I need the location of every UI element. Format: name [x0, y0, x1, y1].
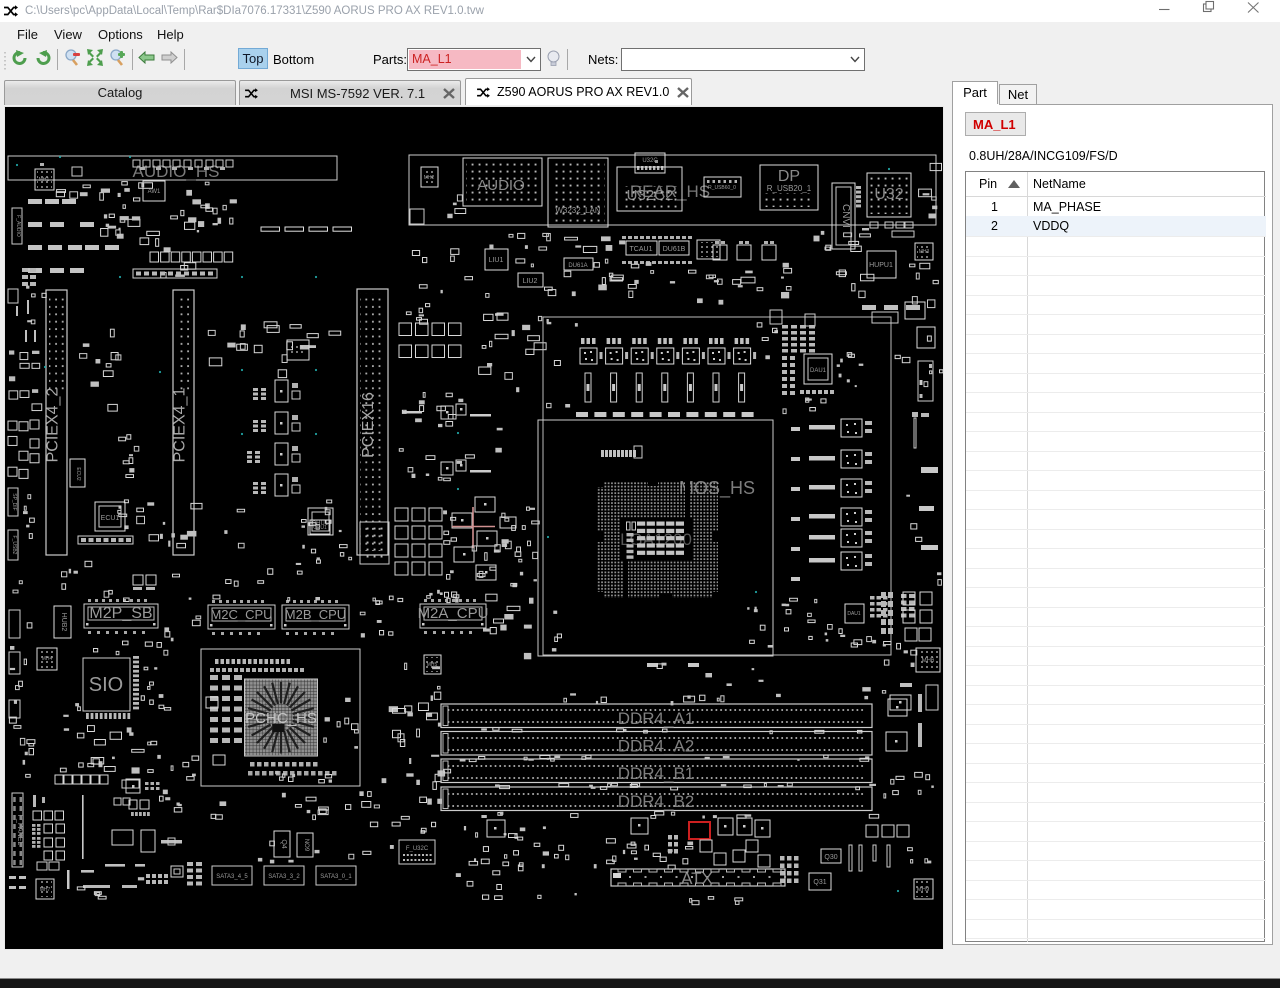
svg-text:DAU1: DAU1	[810, 368, 827, 374]
svg-text:SATA3_0_1: SATA3_0_1	[320, 874, 352, 880]
svg-text:LIU1: LIU1	[489, 257, 504, 264]
svg-text:ATX: ATX	[681, 869, 713, 888]
svg-text:NO9: NO9	[303, 839, 309, 852]
svg-text:MH1: MH1	[39, 177, 50, 183]
svg-text:MH9: MH9	[917, 887, 930, 893]
svg-text:PCIEX4_1: PCIEX4_1	[172, 388, 189, 463]
svg-text:U32C: U32C	[642, 158, 658, 164]
svg-text:DU61B: DU61B	[663, 246, 686, 253]
svg-text:DAU1: DAU1	[847, 611, 861, 617]
svg-text:PCIEX16: PCIEX16	[360, 392, 377, 458]
svg-text:HUB2: HUB2	[60, 613, 67, 632]
svg-text:DDR4_A2: DDR4_A2	[618, 737, 695, 756]
svg-text:ECU2: ECU2	[75, 467, 81, 481]
svg-text:HUPU1: HUPU1	[869, 262, 893, 269]
svg-text:R_USB20_1: R_USB20_1	[767, 184, 812, 193]
svg-text:DDR4_B1: DDR4_B1	[618, 764, 695, 783]
svg-text:MH3: MH3	[919, 249, 930, 255]
svg-text:M2P_SB: M2P_SB	[89, 605, 152, 622]
svg-text:M2B_CPU: M2B_CPU	[285, 607, 346, 622]
svg-text:AW1: AW1	[148, 189, 161, 195]
svg-text:F_USB2: F_USB2	[11, 536, 17, 555]
svg-text:MH4: MH4	[42, 656, 53, 662]
svg-text:M2A_CPU: M2A_CPU	[418, 605, 489, 622]
svg-text:TCAU1: TCAU1	[630, 246, 653, 253]
svg-text:SATA3_3_2: SATA3_3_2	[268, 874, 300, 880]
svg-text:MH7: MH7	[40, 887, 51, 893]
svg-text:F_AUDIO: F_AUDIO	[15, 215, 21, 237]
svg-text:SIO: SIO	[89, 674, 123, 696]
svg-text:Q4: Q4	[280, 839, 287, 848]
svg-text:AUDIO: AUDIO	[477, 177, 525, 194]
svg-text:Q31: Q31	[813, 879, 826, 886]
svg-text:Q30: Q30	[824, 854, 837, 861]
svg-text:PCIEX4_2: PCIEX4_2	[45, 388, 62, 463]
svg-text:DP: DP	[778, 168, 800, 185]
svg-text:CRU1: CRU1	[313, 525, 327, 531]
svg-text:MH6: MH6	[922, 658, 935, 664]
svg-text:DDR4_B2: DDR4_B2	[618, 792, 695, 811]
svg-text:DDR4_A1: DDR4_A1	[618, 709, 695, 728]
svg-text:PCHC_HS: PCHC_HS	[245, 710, 317, 727]
svg-text:SP_DIF: SP_DIF	[11, 493, 17, 511]
svg-text:W3232_LAN: W3232_LAN	[555, 206, 601, 215]
svg-text:U32: U32	[874, 186, 903, 203]
svg-text:CNVI: CNVI	[840, 204, 851, 228]
svg-text:DU61A: DU61A	[568, 263, 587, 269]
svg-text:LIU2: LIU2	[523, 278, 538, 285]
svg-text:F_U32C: F_U32C	[406, 846, 429, 852]
svg-text:M2C_CPU: M2C_CPU	[210, 607, 272, 622]
svg-text:SATA3_4_5: SATA3_4_5	[216, 874, 248, 880]
svg-text:MH2: MH2	[424, 175, 435, 181]
svg-text:R_USB60_0: R_USB60_0	[708, 185, 736, 191]
svg-text:ECU1: ECU1	[101, 515, 120, 522]
